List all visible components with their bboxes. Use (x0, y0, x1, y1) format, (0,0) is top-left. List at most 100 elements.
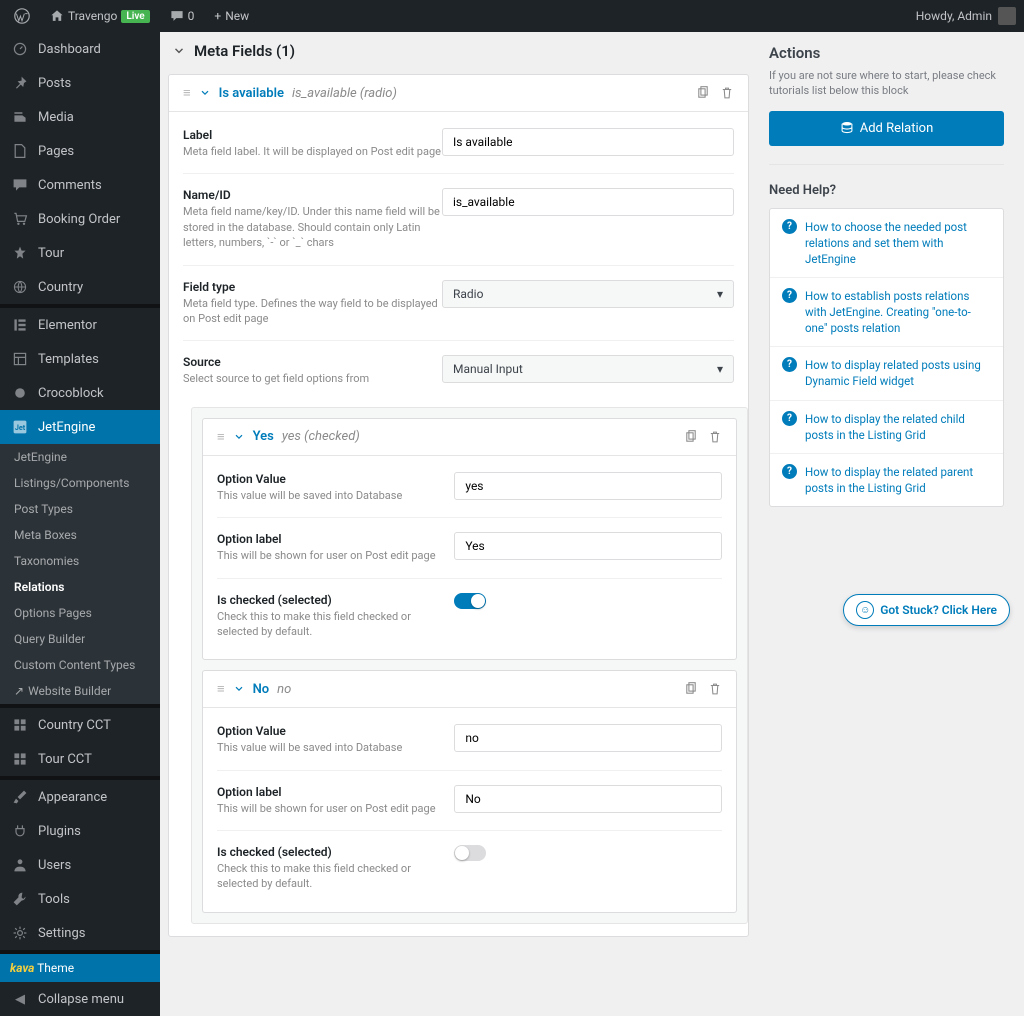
option-label-input[interactable] (454, 785, 722, 813)
got-stuck-button[interactable]: ☺ Got Stuck? Click Here (843, 594, 1010, 626)
name-input[interactable] (442, 188, 734, 216)
grid-icon (10, 749, 30, 769)
sidebar-item-country[interactable]: Country (0, 270, 160, 304)
copy-icon[interactable] (684, 430, 698, 444)
sidebar-item-plugins[interactable]: Plugins (0, 814, 160, 848)
templates-icon (10, 349, 30, 369)
help-link[interactable]: ?How to establish posts relations with J… (770, 277, 1003, 346)
dashboard-icon (10, 39, 30, 59)
subitem-taxonomies[interactable]: Taxonomies (0, 548, 160, 574)
new-content[interactable]: +New (208, 0, 255, 32)
subitem-options-pages[interactable]: Options Pages (0, 600, 160, 626)
sidebar-item-pages[interactable]: Pages (0, 134, 160, 168)
sidebar-item-users[interactable]: Users (0, 848, 160, 882)
sidebar-item-tools[interactable]: Tools (0, 882, 160, 916)
add-relation-button[interactable]: Add Relation (769, 111, 1004, 146)
sidebar-item-booking-order[interactable]: Booking Order (0, 202, 160, 236)
chevron-down-icon[interactable] (233, 431, 245, 443)
database-icon (840, 121, 854, 135)
subitem-listings-components[interactable]: Listings/Components (0, 470, 160, 496)
subitem-post-types[interactable]: Post Types (0, 496, 160, 522)
subitem-jetengine[interactable]: JetEngine (0, 444, 160, 470)
subitem-query-builder[interactable]: Query Builder (0, 626, 160, 652)
sidebar-item-media[interactable]: Media (0, 100, 160, 134)
help-link[interactable]: ?How to choose the needed post relations… (770, 209, 1003, 277)
help-icon: ☺ (856, 601, 874, 619)
cart-icon (10, 209, 30, 229)
avatar[interactable] (998, 7, 1016, 25)
sidebar-item-elementor[interactable]: Elementor (0, 308, 160, 342)
help-link[interactable]: ?How to display the related child posts … (770, 400, 1003, 453)
sidebar-item-settings[interactable]: Settings (0, 916, 160, 950)
help-link[interactable]: ?How to display related posts using Dyna… (770, 346, 1003, 399)
drag-handle-icon[interactable]: ≡ (217, 681, 225, 697)
subitem-website-builder[interactable]: ↗Website Builder (0, 678, 160, 704)
option-card: ≡ No no Option ValueThis value will be s… (202, 670, 737, 913)
actions-desc: If you are not sure where to start, plea… (769, 68, 1004, 99)
sidebar-item-country-cct[interactable]: Country CCT (0, 708, 160, 742)
sidebar-item-templates[interactable]: Templates (0, 342, 160, 376)
chevron-down-icon[interactable] (199, 87, 211, 99)
copy-icon[interactable] (696, 86, 710, 100)
sidebar-item-crocoblock[interactable]: Crocoblock (0, 376, 160, 410)
sidebar-item-appearance[interactable]: Appearance (0, 780, 160, 814)
page-title: Meta Fields (1) (194, 42, 295, 60)
user-icon (10, 855, 30, 875)
sidebar-item-tour[interactable]: Tour (0, 236, 160, 270)
delete-icon[interactable] (720, 86, 734, 100)
subitem-custom-content-types[interactable]: Custom Content Types (0, 652, 160, 678)
globe-icon (10, 277, 30, 297)
drag-handle-icon[interactable]: ≡ (217, 429, 225, 445)
label-input[interactable] (442, 128, 734, 156)
actions-title: Actions (769, 44, 1004, 62)
subitem-relations[interactable]: Relations (0, 574, 160, 600)
option-title: Yes (253, 429, 274, 444)
sidebar-item-posts[interactable]: Posts (0, 66, 160, 100)
sidebar-item-comments[interactable]: Comments (0, 168, 160, 202)
help-link[interactable]: ?How to display the related parent posts… (770, 453, 1003, 506)
site-name[interactable]: Travengo Live (44, 0, 156, 32)
is-checked-toggle[interactable] (454, 845, 486, 861)
chevron-down-icon: ▾ (717, 287, 723, 301)
copy-icon[interactable] (684, 682, 698, 696)
is-checked-toggle[interactable] (454, 593, 486, 609)
media-icon (10, 107, 30, 127)
help-title: Need Help? (769, 183, 1004, 198)
admin-sidebar: DashboardPostsMediaPagesCommentsBooking … (0, 32, 160, 1016)
field-title: Is available (219, 86, 284, 101)
meta-fields-header: Meta Fields (1) (168, 32, 749, 74)
croco-icon (10, 383, 30, 403)
chevron-down-icon: ▾ (717, 362, 723, 376)
subitem-meta-boxes[interactable]: Meta Boxes (0, 522, 160, 548)
sidebar-item-dashboard[interactable]: Dashboard (0, 32, 160, 66)
delete-icon[interactable] (708, 682, 722, 696)
tour-icon (10, 243, 30, 263)
grid-icon (10, 715, 30, 735)
sidebar-item-jetengine[interactable]: Jet JetEngine (0, 410, 160, 444)
delete-icon[interactable] (708, 430, 722, 444)
option-value-input[interactable] (454, 472, 722, 500)
option-slug: no (277, 682, 291, 697)
chevron-down-icon[interactable] (233, 683, 245, 695)
theme-link[interactable]: kava Theme (0, 954, 160, 982)
drag-handle-icon[interactable]: ≡ (183, 85, 191, 101)
meta-field-card: ≡ Is available is_available (radio) Labe… (168, 74, 749, 937)
help-icon: ? (782, 357, 797, 372)
wp-logo[interactable] (8, 0, 36, 32)
elementor-icon (10, 315, 30, 335)
option-value-input[interactable] (454, 724, 722, 752)
svg-text:Jet: Jet (15, 423, 26, 432)
field-type-select[interactable]: Radio▾ (442, 280, 734, 308)
chevron-down-icon[interactable] (172, 44, 186, 58)
option-label-input[interactable] (454, 532, 722, 560)
plug-icon (10, 821, 30, 841)
source-select[interactable]: Manual Input▾ (442, 355, 734, 383)
collapse-menu[interactable]: ◀ Collapse menu (0, 982, 160, 1016)
option-card: ≡ Yes yes (checked) Option ValueThis val… (202, 418, 737, 661)
comments-count[interactable]: 0 (164, 0, 201, 32)
live-badge: Live (121, 10, 149, 23)
sidebar-item-tour-cct[interactable]: Tour CCT (0, 742, 160, 776)
howdy-user[interactable]: Howdy, Admin (916, 9, 992, 23)
comment-icon (10, 175, 30, 195)
admin-topbar: Travengo Live 0 +New Howdy, Admin (0, 0, 1024, 32)
